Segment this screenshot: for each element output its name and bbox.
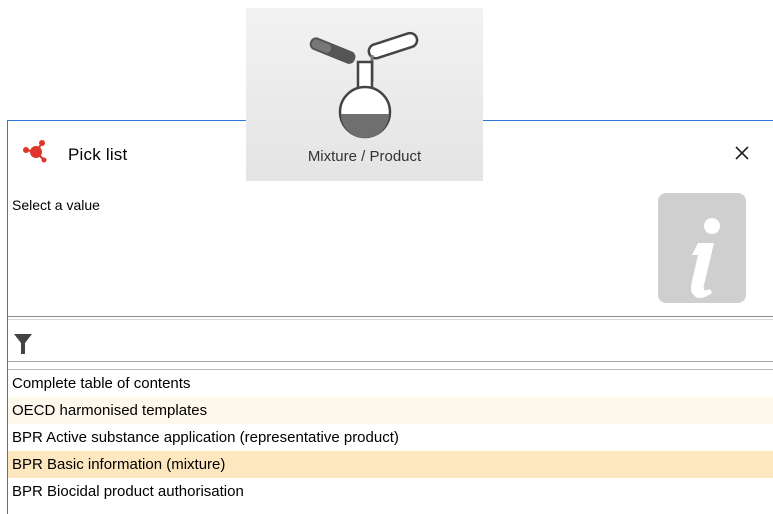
list-item-bpr-biocidal-product[interactable]: BPR Biocidal product authorisation bbox=[8, 478, 773, 505]
value-list: Complete table of contents OECD harmonis… bbox=[8, 369, 773, 505]
mixture-product-tile[interactable]: Mixture / Product bbox=[246, 8, 483, 181]
flask-pouring-icon bbox=[309, 31, 419, 139]
filter-funnel-icon[interactable] bbox=[14, 333, 32, 355]
screen: Pick list Select a value Complete table … bbox=[0, 0, 773, 514]
prompt-label: Select a value bbox=[12, 197, 100, 213]
filter-bar bbox=[8, 316, 773, 362]
filter-input[interactable] bbox=[38, 325, 762, 357]
tile-label: Mixture / Product bbox=[307, 148, 422, 165]
info-icon bbox=[658, 193, 746, 303]
dialog-title: Pick list bbox=[68, 145, 128, 164]
list-item-bpr-active-substance[interactable]: BPR Active substance application (repres… bbox=[8, 424, 773, 451]
list-item-bpr-basic-information[interactable]: BPR Basic information (mixture) bbox=[8, 451, 773, 478]
close-icon[interactable] bbox=[726, 137, 758, 169]
list-item-complete-toc[interactable]: Complete table of contents bbox=[8, 370, 773, 397]
list-item-oecd-templates[interactable]: OECD harmonised templates bbox=[8, 397, 773, 424]
molecule-icon bbox=[23, 140, 47, 163]
